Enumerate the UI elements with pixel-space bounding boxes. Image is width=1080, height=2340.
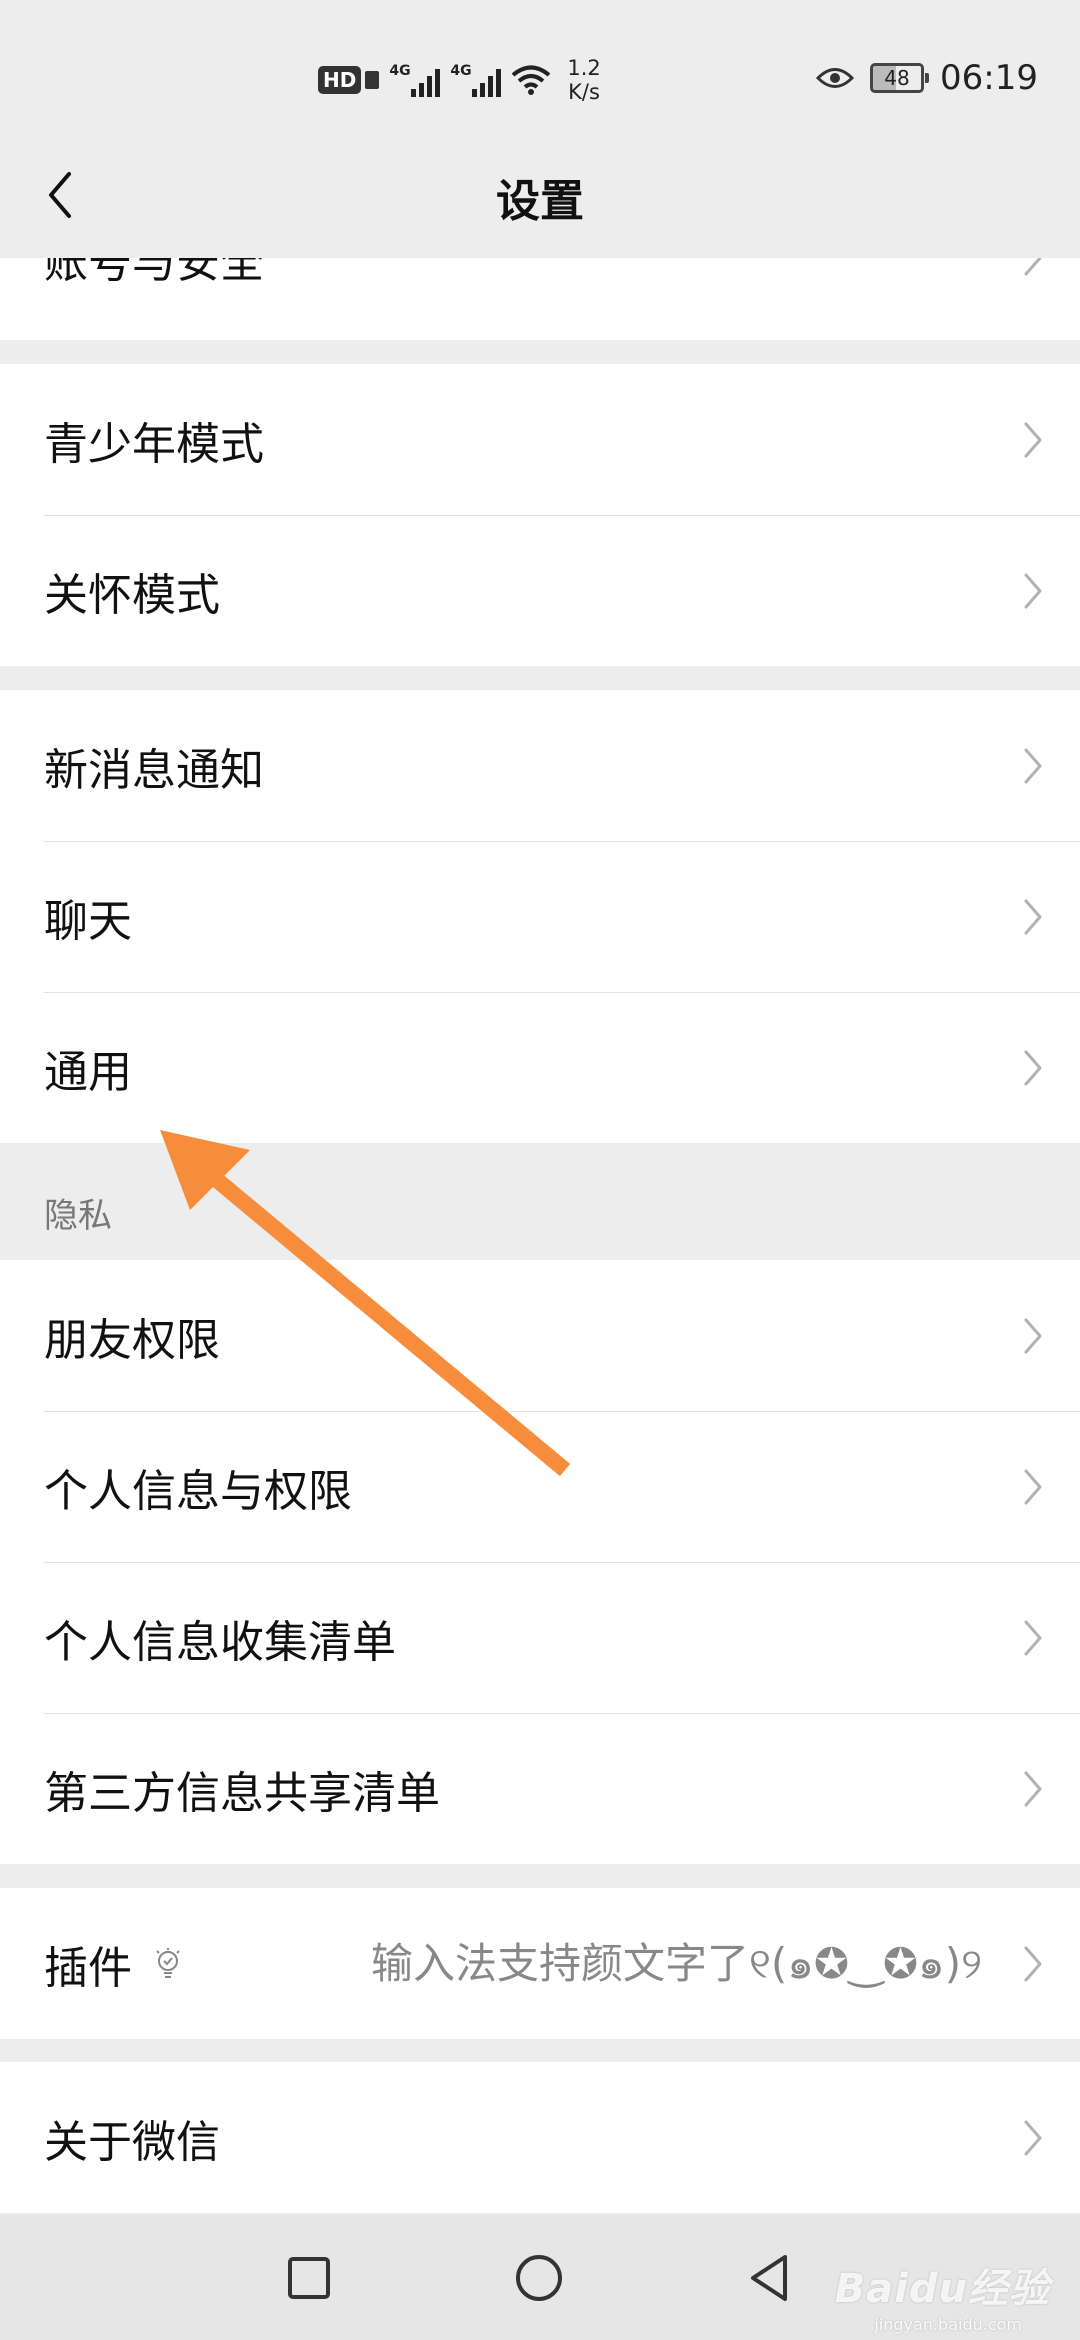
settings-item-label: 个人信息收集清单	[44, 1616, 396, 1668]
settings-item-label: 个人信息与权限	[44, 1465, 352, 1517]
chevron-right-icon	[1024, 2120, 1042, 2155]
settings-item-chat[interactable]: 聊天	[0, 841, 1080, 992]
section-title-privacy: 隐私	[44, 1196, 112, 1236]
page-title-overlay: 设置	[496, 176, 584, 227]
settings-item-third-party-sharing[interactable]: 第三方信息共享清单	[0, 1713, 1080, 1864]
lightbulb-icon	[156, 1947, 180, 1978]
system-nav-bar: Baidu经验 jingyan.baidu.com	[0, 2215, 1080, 2340]
settings-item-label: 账号与安全	[44, 258, 264, 288]
chevron-right-icon	[1024, 899, 1042, 934]
settings-item-personal-info-collection[interactable]: 个人信息收集清单	[0, 1562, 1080, 1713]
nav-back-button[interactable]	[734, 2243, 804, 2313]
eye-comfort-icon	[816, 68, 855, 88]
group-privacy: 朋友权限 个人信息与权限 个人信息收集清单 第三方信息共享清单	[0, 1260, 1080, 1864]
chevron-right-icon	[1024, 422, 1042, 457]
settings-item-general[interactable]: 通用	[0, 992, 1080, 1143]
chevron-right-icon	[1024, 1050, 1042, 1085]
settings-item-label: 朋友权限	[44, 1314, 220, 1366]
settings-item-about-wechat[interactable]: 关于微信	[0, 2062, 1080, 2213]
chevron-right-icon	[1024, 1620, 1042, 1655]
chevron-right-icon	[1024, 1771, 1042, 1806]
settings-item-label: 关怀模式	[44, 569, 220, 621]
status-bar: HD 4G 4G 1.2 K/s 48 06:19	[0, 0, 1080, 150]
chevron-right-icon	[1024, 748, 1042, 783]
settings-item-new-message-notification[interactable]: 新消息通知	[0, 690, 1080, 841]
settings-item-account-security[interactable]: 账号与安全	[0, 258, 1080, 333]
chevron-right-icon	[1024, 573, 1042, 608]
group-account: 账号与安全	[0, 258, 1080, 340]
settings-item-label: 通用	[44, 1046, 132, 1098]
settings-item-label: 关于微信	[44, 2116, 220, 2168]
triangle-back-icon	[751, 2255, 787, 2301]
settings-item-care-mode[interactable]: 关怀模式	[0, 515, 1080, 666]
chevron-right-icon	[1024, 1318, 1042, 1353]
watermark-logo: Baidu经验	[834, 2266, 1050, 2312]
signal-icon-1: 4G	[389, 63, 441, 97]
chevron-right-icon	[1024, 258, 1042, 275]
settings-item-friend-permissions[interactable]: 朋友权限	[0, 1260, 1080, 1411]
battery-indicator: 48	[870, 63, 930, 93]
group-messaging: 新消息通知 聊天 通用	[0, 690, 1080, 1143]
chevron-right-icon	[1024, 1946, 1042, 1981]
status-icons: HD 4G 4G 1.2 K/s	[318, 52, 601, 108]
clock: 06:19	[940, 58, 1038, 98]
settings-item-label: 聊天	[44, 895, 132, 947]
signal-icon-2: 4G	[450, 63, 502, 97]
settings-item-label: 第三方信息共享清单	[44, 1767, 440, 1819]
settings-item-youth-mode[interactable]: 青少年模式	[0, 364, 1080, 515]
group-about: 关于微信	[0, 2062, 1080, 2213]
settings-item-label: 插件	[44, 1942, 132, 1994]
group-modes: 青少年模式 关怀模式	[0, 364, 1080, 666]
square-icon	[288, 2257, 330, 2299]
recents-button[interactable]	[274, 2243, 344, 2313]
settings-item-label: 新消息通知	[44, 744, 264, 796]
chevron-right-icon	[1024, 1469, 1042, 1504]
plugins-hint: 输入法支持颜文字了୧(๑✪‿✪๑)୨	[370, 1939, 982, 1988]
group-plugins: 插件 输入法支持颜文字了୧(๑✪‿✪๑)୨	[0, 1888, 1080, 2039]
hd-badge: HD	[318, 66, 362, 94]
lock-icon	[365, 71, 380, 89]
watermark-url: jingyan.baidu.com	[874, 2315, 1022, 2334]
network-speed: 1.2 K/s	[567, 56, 601, 104]
status-right: 48 06:19	[816, 50, 1038, 106]
settings-item-label: 青少年模式	[44, 418, 264, 470]
circle-icon	[516, 2255, 562, 2301]
home-button[interactable]	[504, 2243, 574, 2313]
settings-item-plugins[interactable]: 插件 输入法支持颜文字了୧(๑✪‿✪๑)୨	[0, 1888, 1080, 2039]
wifi-icon	[512, 65, 551, 95]
settings-item-personal-info-permissions[interactable]: 个人信息与权限	[0, 1411, 1080, 1562]
